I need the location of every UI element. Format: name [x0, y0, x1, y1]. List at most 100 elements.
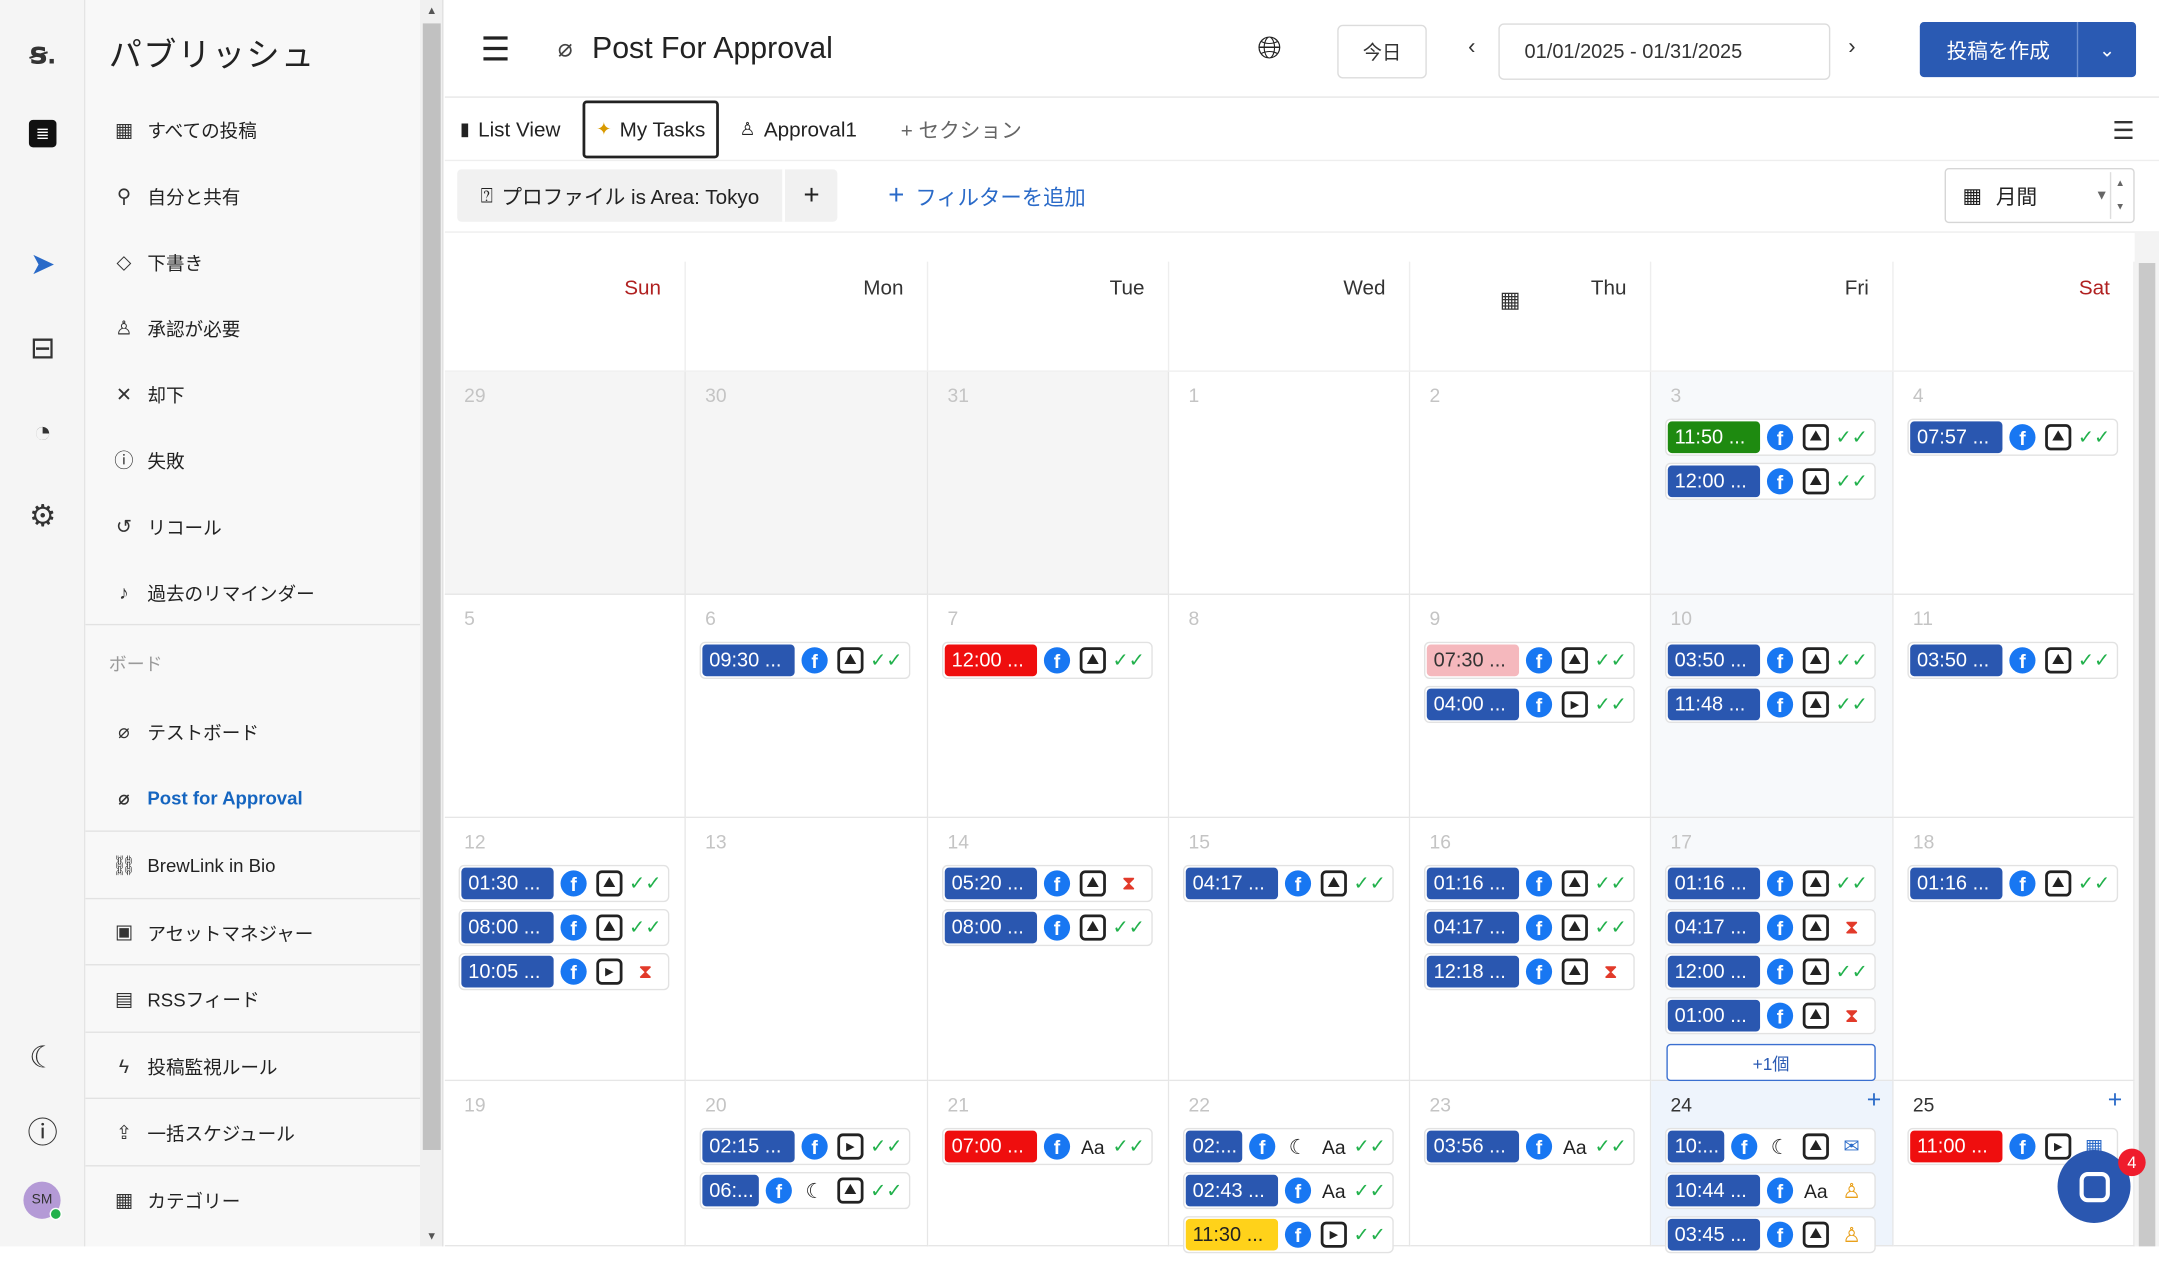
event-time-pill[interactable]: 01:30 ... [461, 867, 554, 900]
calendar-event[interactable]: 02:15 ... f ▶ ✓✓ [699, 1127, 911, 1166]
help-icon[interactable]: ⓘ [22, 1110, 63, 1151]
calendar-event[interactable]: 04:17 ... f ⛰ ✓✓ [1424, 908, 1635, 947]
sidebar-item-2[interactable]: ◇ 下書き [110, 245, 204, 278]
event-time-pill[interactable]: 08:00 ... [461, 911, 554, 944]
calendar-event[interactable]: 01:30 ... f ⛰ ✓✓ [458, 864, 670, 903]
calendar-day-cell[interactable]: 23 03:56 ... f Aa ✓✓ [1410, 1081, 1652, 1247]
avatar[interactable]: SM [23, 1181, 62, 1221]
filter-lines-icon[interactable]: ☰ [2112, 117, 2134, 146]
brand-logo-icon[interactable]: ꞩ. [22, 33, 63, 74]
event-time-pill[interactable]: 04:17 ... [1667, 911, 1761, 944]
calendar-event[interactable]: 03:45 ... f ⛰ ♙ [1665, 1216, 1876, 1254]
sidebar-item-3[interactable]: ♙ 承認が必要 [110, 311, 240, 344]
compose-icon[interactable]: ≣ [22, 113, 63, 154]
publish-icon[interactable]: ➤ [22, 244, 63, 285]
event-time-pill[interactable]: 03:56 ... [1426, 1130, 1520, 1163]
calendar-event[interactable]: 04:17 ... f ⛰ ✓✓ [1183, 864, 1394, 903]
event-time-pill[interactable]: 10:44 ... [1667, 1174, 1761, 1207]
calendar-event[interactable]: 07:57 ... f ⛰ ✓✓ [1907, 418, 2119, 456]
view-select[interactable]: ▦ 月間 ▼ [1944, 168, 2135, 224]
event-time-pill[interactable]: 12:00 ... [1667, 465, 1761, 498]
calendar-day-cell[interactable]: 29 [444, 371, 686, 595]
event-time-pill[interactable]: 11:50 ... [1667, 421, 1761, 454]
calendar-event[interactable]: 07:00 ... f Aa ✓✓ [942, 1127, 1153, 1166]
event-time-pill[interactable]: 02:... [1185, 1130, 1243, 1163]
calendar-event[interactable]: 01:16 ... f ⛰ ✓✓ [1907, 864, 2119, 903]
event-time-pill[interactable]: 12:18 ... [1426, 955, 1520, 988]
calendar-event[interactable]: 11:48 ... f ⛰ ✓✓ [1665, 685, 1876, 724]
sidebar-scrollbar-thumb[interactable] [422, 23, 441, 1150]
sidebar-item-0[interactable]: ▦ すべての投稿 [110, 113, 257, 146]
calendar-event[interactable]: 02:... f ☾ Aa ✓✓ [1183, 1127, 1394, 1166]
calendar-event[interactable]: 04:17 ... f ⛰ ⧗ [1665, 908, 1876, 947]
calendar-event[interactable]: 02:43 ... f Aa ✓✓ [1183, 1171, 1394, 1210]
tab-approval1[interactable]: ♙ Approval1 [740, 101, 857, 159]
event-time-pill[interactable]: 10:... [1667, 1130, 1725, 1163]
calendar-event[interactable]: 12:00 ... f ⛰ ✓✓ [1665, 462, 1876, 500]
calendar-event[interactable]: 05:20 ... f ⛰ ⧗ [942, 864, 1153, 903]
event-time-pill[interactable]: 02:15 ... [702, 1130, 795, 1163]
sidebar-item-3[interactable]: ϟ 投稿監視ルール [110, 1049, 278, 1082]
calendar-event[interactable]: 03:56 ... f Aa ✓✓ [1424, 1127, 1635, 1166]
add-post-plus-icon[interactable]: + [2108, 1085, 2122, 1114]
calendar-event[interactable]: 01:00 ... f ⛰ ⧗ [1665, 997, 1876, 1035]
calendar-scrollbar[interactable] [2134, 232, 2159, 1247]
sidebar-item-6[interactable]: ↺ リコール [110, 510, 222, 543]
event-time-pill[interactable]: 01:16 ... [1667, 867, 1761, 900]
sidebar-item-5[interactable]: ⓘ 失敗 [110, 443, 184, 476]
event-time-pill[interactable]: 04:17 ... [1185, 867, 1279, 900]
calendar-day-cell[interactable]: 21 07:00 ... f Aa ✓✓ [928, 1081, 1170, 1247]
calendar-event[interactable]: 03:50 ... f ⛰ ✓✓ [1665, 641, 1876, 679]
event-time-pill[interactable]: 01:16 ... [1426, 867, 1520, 900]
add-filter-button[interactable]: + フィルターを追加 [888, 180, 1085, 212]
calendar-scrollbar-thumb[interactable] [2138, 263, 2156, 1247]
sidebar-item-4[interactable]: ✕ 却下 [110, 377, 185, 410]
hamburger-menu-icon[interactable]: ☰ [481, 30, 511, 70]
event-time-pill[interactable]: 12:00 ... [944, 644, 1038, 677]
sidebar-item-1[interactable]: ⌀ Post for Approval [110, 781, 303, 814]
event-time-pill[interactable]: 01:00 ... [1667, 999, 1761, 1032]
calendar-event[interactable]: 09:30 ... f ⛰ ✓✓ [699, 641, 911, 679]
calendar-day-cell[interactable]: 8 [1169, 594, 1411, 819]
event-time-pill[interactable]: 09:30 ... [702, 644, 795, 677]
next-chevron-icon[interactable]: › [1848, 36, 1855, 61]
calendar-day-cell[interactable]: 30 [685, 371, 929, 595]
sidebar-item-1[interactable]: ▣ アセットマネジャー [110, 915, 314, 948]
calendar-event[interactable]: 08:00 ... f ⛰ ✓✓ [458, 908, 670, 947]
calendar-event[interactable]: 07:30 ... f ⛰ ✓✓ [1424, 641, 1635, 679]
calendar-event[interactable]: 11:50 ... f ⛰ ✓✓ [1665, 418, 1876, 456]
calendar-day-cell[interactable]: 16 01:16 ... f ⛰ ✓✓ 04:17 ... f ⛰ ✓✓ 12:18 ... f ⛰ ⧗ [1410, 818, 1652, 1082]
calendar-event[interactable]: 10:05 ... f ▶ ⧗ [458, 953, 670, 991]
event-time-pill[interactable]: 02:43 ... [1185, 1174, 1279, 1207]
event-time-pill[interactable]: 07:00 ... [944, 1130, 1038, 1163]
calendar-day-cell[interactable]: 7 12:00 ... f ⛰ ✓✓ [928, 594, 1170, 819]
event-time-pill[interactable]: 08:00 ... [944, 911, 1038, 944]
event-time-pill[interactable]: 11:48 ... [1667, 688, 1761, 721]
event-time-pill[interactable]: 05:20 ... [944, 867, 1038, 900]
calendar-event[interactable]: 12:00 ... f ⛰ ✓✓ [942, 641, 1153, 679]
sidebar-item-0[interactable]: ⌀ テストボード [110, 715, 259, 748]
calendar-day-cell[interactable]: 12 01:30 ... f ⛰ ✓✓ 08:00 ... f ⛰ ✓✓ 10:05 ... f ▶ ⧗ [444, 818, 686, 1082]
calendar-event[interactable]: 01:16 ... f ⛰ ✓✓ [1424, 864, 1635, 903]
calendar-day-cell[interactable]: 3 11:50 ... f ⛰ ✓✓ 12:00 ... f ⛰ ✓✓ [1651, 371, 1894, 595]
calendar-day-cell[interactable]: 11 03:50 ... f ⛰ ✓✓ [1893, 594, 2135, 819]
calendar-day-cell[interactable]: 31 [928, 371, 1170, 595]
event-time-pill[interactable]: 01:16 ... [1910, 867, 2003, 900]
scroll-down-arrow-icon[interactable]: ▼ [423, 1230, 441, 1242]
calendar-event[interactable]: 04:00 ... f ▶ ✓✓ [1424, 685, 1635, 724]
calendar-event[interactable]: 03:50 ... f ⛰ ✓✓ [1907, 641, 2119, 679]
prev-chevron-icon[interactable]: ‹ [1468, 36, 1475, 61]
calendar-day-cell[interactable]: 5 [444, 594, 686, 819]
calendar-day-cell[interactable]: 6 09:30 ... f ⛰ ✓✓ [685, 594, 929, 819]
calendar-day-cell[interactable]: 17 01:16 ... f ⛰ ✓✓ 04:17 ... f ⛰ ⧗ 12:00 ... f ⛰ ✓✓… [1651, 818, 1894, 1082]
calendar-day-cell[interactable]: 14 05:20 ... f ⛰ ⧗ 08:00 ... f ⛰ ✓✓ [928, 818, 1170, 1082]
event-time-pill[interactable]: 03:50 ... [1667, 644, 1761, 677]
event-time-pill[interactable]: 06:... [702, 1174, 759, 1207]
dark-mode-moon-icon[interactable]: ☾ [22, 1037, 63, 1078]
add-filter-plus-icon[interactable]: + [782, 169, 838, 222]
event-time-pill[interactable]: 07:57 ... [1910, 421, 2003, 454]
event-time-pill[interactable]: 11:00 ... [1910, 1130, 2003, 1163]
event-time-pill[interactable]: 12:00 ... [1667, 955, 1761, 988]
show-more-button[interactable]: +1個 [1666, 1043, 1876, 1082]
event-time-pill[interactable]: 10:05 ... [461, 955, 554, 988]
